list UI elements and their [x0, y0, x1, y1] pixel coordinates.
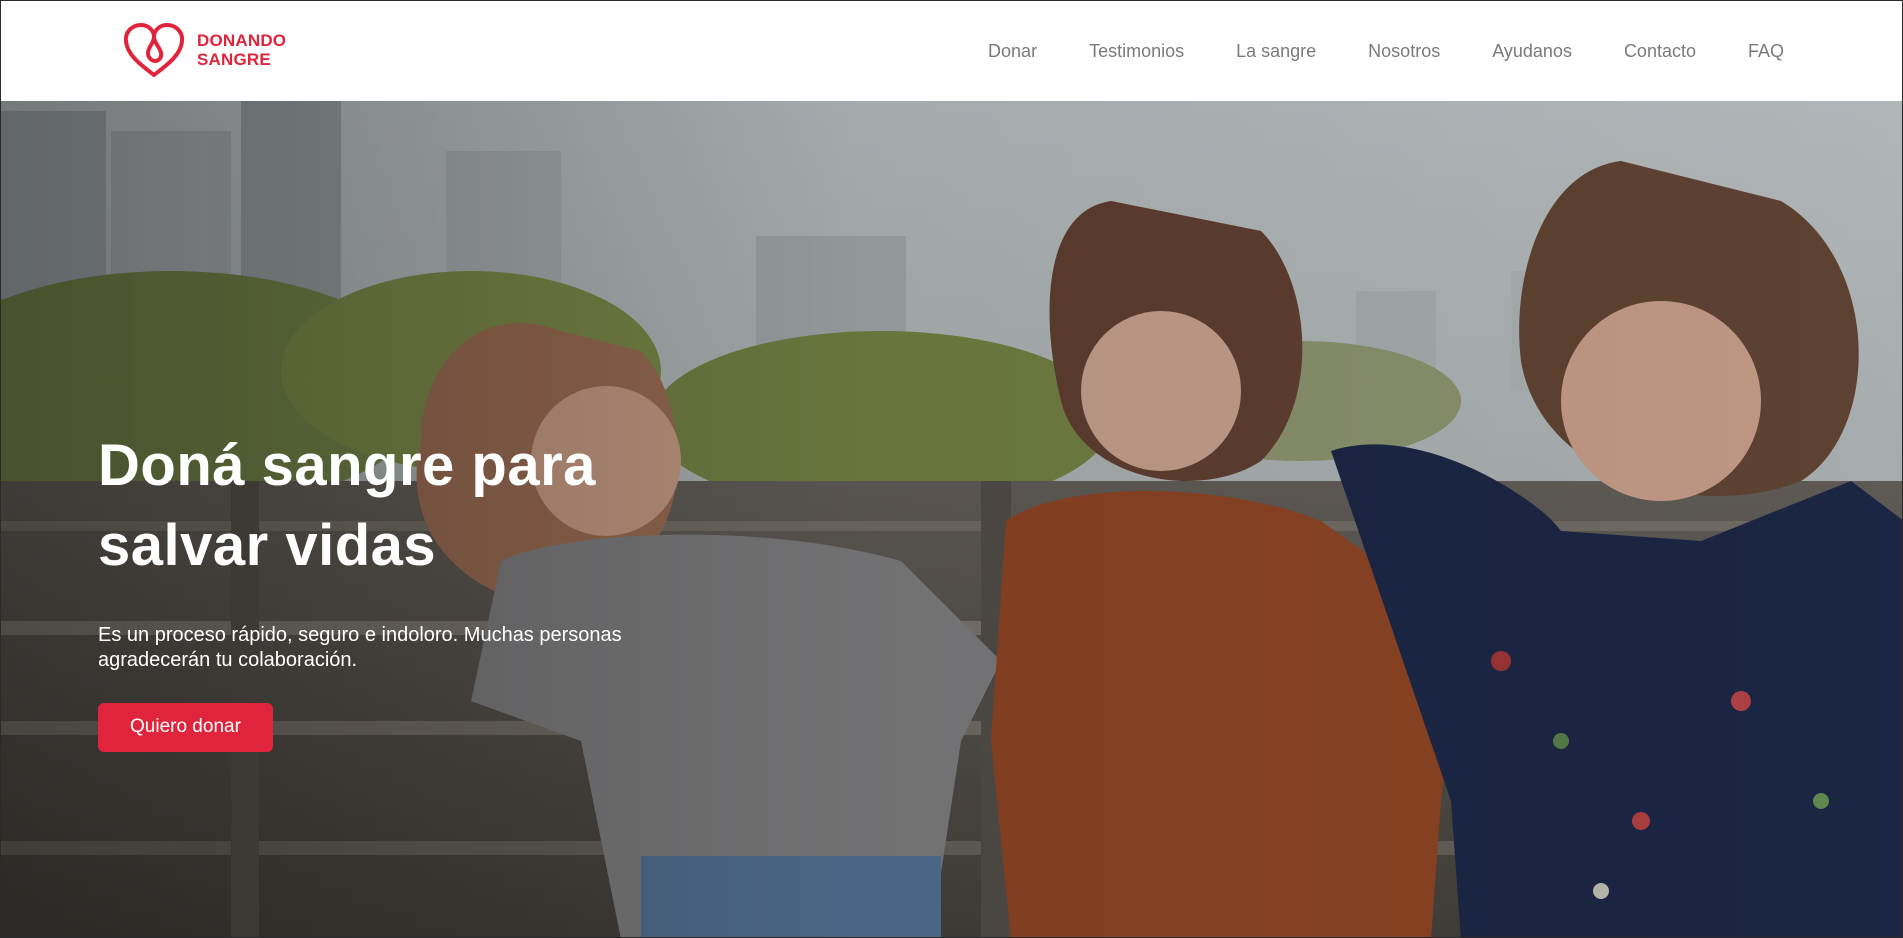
hero-description: Es un proceso rápido, seguro e indoloro.…: [98, 624, 622, 671]
hero-title-line-1: Doná sangre para: [98, 433, 596, 498]
site-logo[interactable]: DONANDO SANGRE: [121, 21, 286, 79]
nav-item-faq[interactable]: FAQ: [1748, 41, 1784, 62]
brand-line-2: SANGRE: [197, 50, 271, 69]
brand-name: DONANDO SANGRE: [197, 31, 286, 69]
nav-item-la-sangre[interactable]: La sangre: [1236, 41, 1316, 62]
brand-line-1: DONANDO: [197, 31, 287, 50]
page-frame: DONANDO SANGRE Donar Testimonios La sang…: [0, 0, 1903, 938]
nav-item-ayudanos[interactable]: Ayudanos: [1492, 41, 1572, 62]
hero-title: Doná sangre para salvar vidas: [98, 426, 738, 586]
heart-loop-icon: [123, 23, 185, 77]
nav-item-testimonios[interactable]: Testimonios: [1089, 41, 1184, 62]
hero-content: Doná sangre para salvar vidas Es un proc…: [98, 426, 738, 752]
nav-item-contacto[interactable]: Contacto: [1624, 41, 1696, 62]
main-nav: Donar Testimonios La sangre Nosotros Ayu…: [936, 1, 1784, 101]
nav-item-nosotros[interactable]: Nosotros: [1368, 41, 1440, 62]
site-header: DONANDO SANGRE Donar Testimonios La sang…: [1, 1, 1902, 101]
hero-section: Doná sangre para salvar vidas Es un proc…: [1, 101, 1902, 937]
hero-title-line-2: salvar vidas: [98, 513, 437, 578]
nav-item-donar[interactable]: Donar: [988, 41, 1037, 62]
quiero-donar-button[interactable]: Quiero donar: [98, 703, 273, 752]
